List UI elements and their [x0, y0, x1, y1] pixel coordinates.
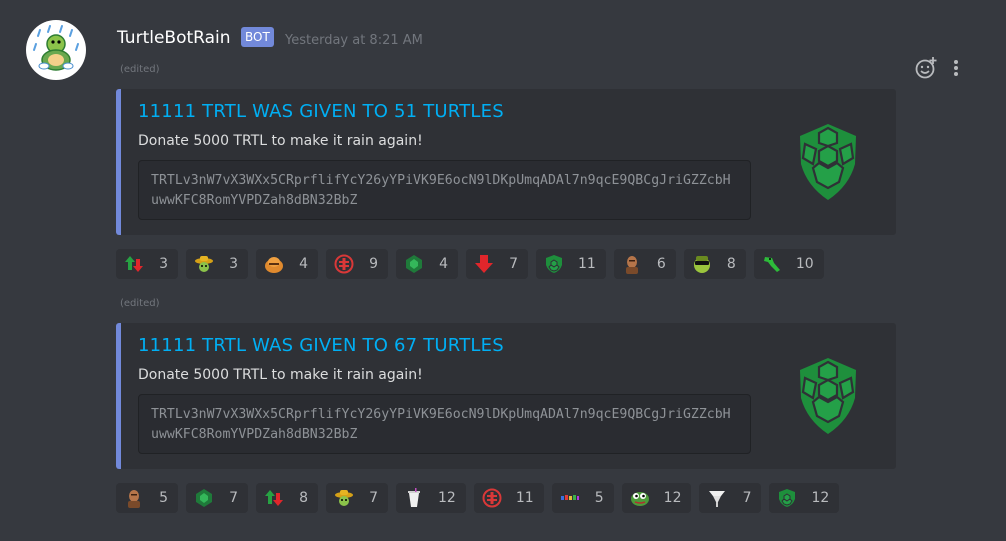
- edited-label: (edited): [120, 298, 160, 309]
- white-tornado-icon: [707, 488, 727, 508]
- reaction-pill[interactable]: 7: [186, 483, 248, 513]
- reaction-pill[interactable]: 6: [613, 249, 676, 279]
- reaction-pill[interactable]: 4: [256, 249, 318, 279]
- reaction-pill[interactable]: 12: [396, 483, 466, 513]
- reaction-pill[interactable]: 11: [473, 483, 544, 513]
- white-cup-icon: [404, 488, 424, 508]
- embed-description: Donate 5000 TRTL to make it rain again!: [138, 367, 423, 383]
- red-turtle-logo-icon: [334, 254, 354, 274]
- message-timestamp[interactable]: Yesterday at 8:21 AM: [285, 33, 423, 48]
- red-down-arrow-icon: [474, 254, 494, 274]
- person-face-icon: [622, 254, 642, 274]
- reaction-pill[interactable]: 12: [769, 483, 840, 513]
- red-turtle-logo-icon: [482, 488, 502, 508]
- green-shell-icon: [544, 254, 564, 274]
- reaction-pill[interactable]: 4: [396, 249, 458, 279]
- green-red-arrows-icon: [124, 254, 144, 274]
- reaction-pill[interactable]: 7: [326, 483, 388, 513]
- reaction-bar: 5 7 8 7 12 11 5 12 7 12: [116, 483, 840, 513]
- orange-blob-icon: [264, 254, 284, 274]
- reaction-pill[interactable]: 10: [753, 249, 824, 279]
- pepe-frog-icon: [630, 488, 650, 508]
- wallet-address-code: TRTLv3nW7vX3WXx5CRprflifYcY26yYPiVK9E6oc…: [138, 394, 751, 454]
- embed-title[interactable]: 11111 TRTL WAS GIVEN TO 67 TURTLES: [138, 335, 504, 356]
- green-turtle-logo-icon: [404, 254, 424, 274]
- rain-embed: 11111 TRTL WAS GIVEN TO 67 TURTLES Donat…: [116, 323, 896, 469]
- reaction-pill[interactable]: 12: [621, 483, 692, 513]
- reaction-pill[interactable]: 8: [683, 249, 746, 279]
- reaction-pill[interactable]: 5: [551, 483, 614, 513]
- reaction-pill[interactable]: 8: [256, 483, 318, 513]
- green-shell-icon: [777, 488, 797, 508]
- green-dragon-icon: [762, 254, 782, 274]
- green-turtle-logo-icon: [194, 488, 214, 508]
- sombrero-turtle-icon: [334, 488, 354, 508]
- author-username[interactable]: TurtleBotRain: [117, 28, 231, 48]
- turtle-shell-thumbnail-icon[interactable]: [793, 122, 863, 202]
- embed-title[interactable]: 11111 TRTL WAS GIVEN TO 51 TURTLES: [138, 101, 504, 122]
- sunglasses-turtle-icon: [692, 254, 712, 274]
- bot-avatar[interactable]: [26, 20, 86, 80]
- green-red-arrows-icon: [264, 488, 284, 508]
- more-options-icon[interactable]: [952, 56, 960, 80]
- sombrero-turtle-icon: [194, 254, 214, 274]
- embed-description: Donate 5000 TRTL to make it rain again!: [138, 133, 423, 149]
- reaction-pill[interactable]: 5: [116, 483, 178, 513]
- rain-embed: 11111 TRTL WAS GIVEN TO 51 TURTLES Donat…: [116, 89, 896, 235]
- turtle-avatar-icon: [33, 25, 79, 71]
- reaction-pill[interactable]: 3: [116, 249, 178, 279]
- reaction-pill[interactable]: 7: [466, 249, 528, 279]
- person-face-icon: [124, 488, 144, 508]
- turtle-shell-thumbnail-icon[interactable]: [793, 356, 863, 436]
- reaction-pill[interactable]: 7: [699, 483, 762, 513]
- reaction-pill[interactable]: 9: [326, 249, 388, 279]
- reaction-pill[interactable]: 3: [186, 249, 248, 279]
- reaction-bar: 3 3 4 9 4 7 11 6 8 10: [116, 249, 824, 279]
- bot-badge: BOT: [241, 27, 274, 47]
- reaction-pill[interactable]: 11: [536, 249, 606, 279]
- add-reaction-icon[interactable]: [914, 56, 938, 80]
- wallet-address-code: TRTLv3nW7vX3WXx5CRprflifYcY26yYPiVK9E6oc…: [138, 160, 751, 220]
- colorful-text-icon: [560, 488, 580, 508]
- message-actions: [914, 56, 960, 80]
- edited-label: (edited): [120, 64, 160, 75]
